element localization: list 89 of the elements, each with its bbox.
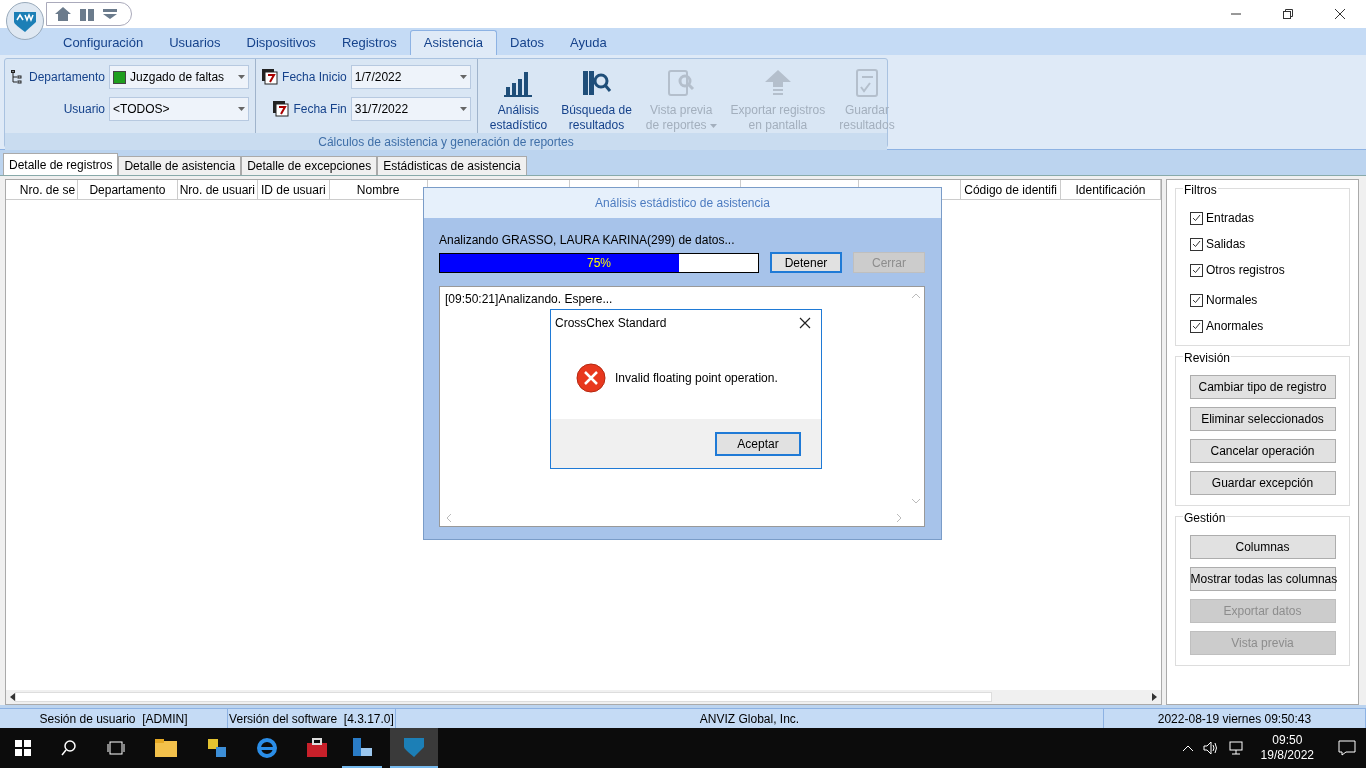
end-date-label: Fecha Fin <box>293 101 347 118</box>
column-header[interactable]: Nro. de usuari <box>177 180 258 200</box>
checkbox[interactable] <box>1190 263 1203 277</box>
clock[interactable]: 09:50 19/8/2022 <box>1254 733 1320 763</box>
start-date-field[interactable]: 1/7/2022 <box>350 65 471 89</box>
chevron-up-icon[interactable] <box>1182 745 1193 751</box>
check-icon <box>1192 266 1201 274</box>
column-header[interactable]: Código de identifi <box>961 180 1062 200</box>
network-tool-icon[interactable] <box>206 737 228 759</box>
column-header[interactable]: Departamento <box>77 180 178 200</box>
check-icon <box>1192 214 1201 222</box>
status-text: Analizando GRASSO, LAURA KARINA(299) de datos... <box>439 232 736 249</box>
panel-button[interactable]: Mostrar todas las columnas <box>1189 567 1336 591</box>
calendar-icon <box>273 101 290 117</box>
tree-icon <box>11 70 25 84</box>
user-label: Usuario <box>63 101 106 118</box>
folder-icon[interactable] <box>155 739 177 757</box>
ribbon-tab[interactable]: Datos <box>497 30 557 55</box>
department-dropdown[interactable]: Juzgado de faltas <box>109 65 250 89</box>
ribbon-tab[interactable]: Dispositivos <box>233 30 329 55</box>
server-icon[interactable] <box>351 736 373 758</box>
checkbox-label: Entradas <box>1206 210 1255 227</box>
ribbon-tab[interactable]: Ayuda <box>557 30 620 55</box>
task-view-icon[interactable] <box>107 741 125 755</box>
network-icon[interactable] <box>1228 741 1245 755</box>
message-box-title: CrossChex Standard <box>555 315 667 332</box>
ribbon-button[interactable]: Análisis estadístico <box>485 67 552 133</box>
checkbox-label: Anormales <box>1206 318 1264 335</box>
browser-e-icon[interactable] <box>256 737 278 759</box>
user-dropdown[interactable]: <TODOS> <box>109 97 250 121</box>
close-icon[interactable] <box>799 317 811 329</box>
stop-button[interactable]: Detener <box>770 252 842 273</box>
column-header[interactable]: Nro. de se <box>18 180 78 200</box>
ribbon-tab[interactable]: Usuarios <box>156 30 234 55</box>
checkbox[interactable] <box>1190 319 1203 333</box>
document-tab[interactable]: Detalle de registros <box>3 153 119 175</box>
user-value: <TODOS> <box>113 101 171 118</box>
ribbon-tab[interactable]: Asistencia <box>409 30 498 55</box>
calendar-icon <box>262 69 279 85</box>
dropdown-caret-icon <box>459 75 467 79</box>
check-icon <box>1192 322 1201 330</box>
column-header[interactable]: ID de usuari <box>257 180 330 200</box>
end-date-field[interactable]: 31/7/2022 <box>350 97 471 121</box>
department-color-swatch <box>113 70 127 84</box>
checkbox[interactable] <box>1190 293 1203 307</box>
close-icon[interactable] <box>1334 8 1346 20</box>
check-icon <box>1192 240 1201 248</box>
toolbox-icon[interactable] <box>306 738 328 758</box>
search-icon[interactable] <box>61 740 77 756</box>
dropdown-caret-icon <box>238 107 246 111</box>
department-label: Departamento <box>29 69 106 86</box>
panel-button[interactable]: Eliminar seleccionados <box>1189 407 1336 431</box>
department-value: Juzgado de faltas <box>130 69 226 86</box>
checkbox-label: Salidas <box>1206 236 1246 253</box>
ribbon-tab[interactable]: Registros <box>328 30 410 55</box>
speaker-icon[interactable] <box>1202 741 1219 755</box>
progress-reading: 75% <box>586 254 612 272</box>
panel-button[interactable]: Columnas <box>1189 535 1336 559</box>
dropdown-caret-icon <box>459 107 467 111</box>
app-logo[interactable] <box>6 2 44 40</box>
document-tab[interactable]: Detalle de asistencia <box>118 156 242 175</box>
panel-button[interactable]: Cambiar tipo de registro <box>1189 375 1336 399</box>
menu-icon[interactable] <box>103 9 117 19</box>
accept-button[interactable]: Aceptar <box>715 431 801 456</box>
error-message: Invalid floating point operation. <box>615 369 778 387</box>
restore-icon[interactable] <box>1282 8 1294 20</box>
checkbox-label: Normales <box>1206 292 1258 309</box>
home-icon[interactable] <box>55 7 71 21</box>
dropdown-caret-icon <box>238 75 246 79</box>
checkbox[interactable] <box>1190 237 1203 251</box>
panel-button[interactable]: Guardar excepción <box>1189 471 1336 495</box>
ribbon-button[interactable]: Búsqueda de resultados <box>557 67 636 133</box>
panel-button[interactable]: Cancelar operación <box>1189 439 1336 463</box>
scroll-right-icon[interactable] <box>1152 693 1157 701</box>
column-header[interactable]: Identificación <box>1061 180 1161 200</box>
document-tab[interactable]: Detalle de excepciones <box>241 156 378 175</box>
dialog-title: Análisis estádistico de asistencia <box>424 188 941 218</box>
error-icon <box>576 362 606 393</box>
document-tab[interactable]: Estádisticas de asistencia <box>377 156 527 175</box>
windows-start-icon[interactable] <box>15 740 31 756</box>
ribbon-group-label: Cálculos de asistencia y generación de reportes <box>5 133 887 150</box>
check-icon <box>1192 296 1201 304</box>
notification-icon[interactable] <box>1338 740 1356 756</box>
ribbon-tab[interactable]: Configuración <box>50 30 157 55</box>
checkbox-label: Otros registros <box>1206 262 1285 279</box>
shield-app-icon[interactable] <box>403 737 425 757</box>
checkbox[interactable] <box>1190 211 1203 225</box>
log-line: [09:50:21]Analizando. Espere... <box>445 292 613 306</box>
start-date-label: Fecha Inicio <box>282 69 347 86</box>
